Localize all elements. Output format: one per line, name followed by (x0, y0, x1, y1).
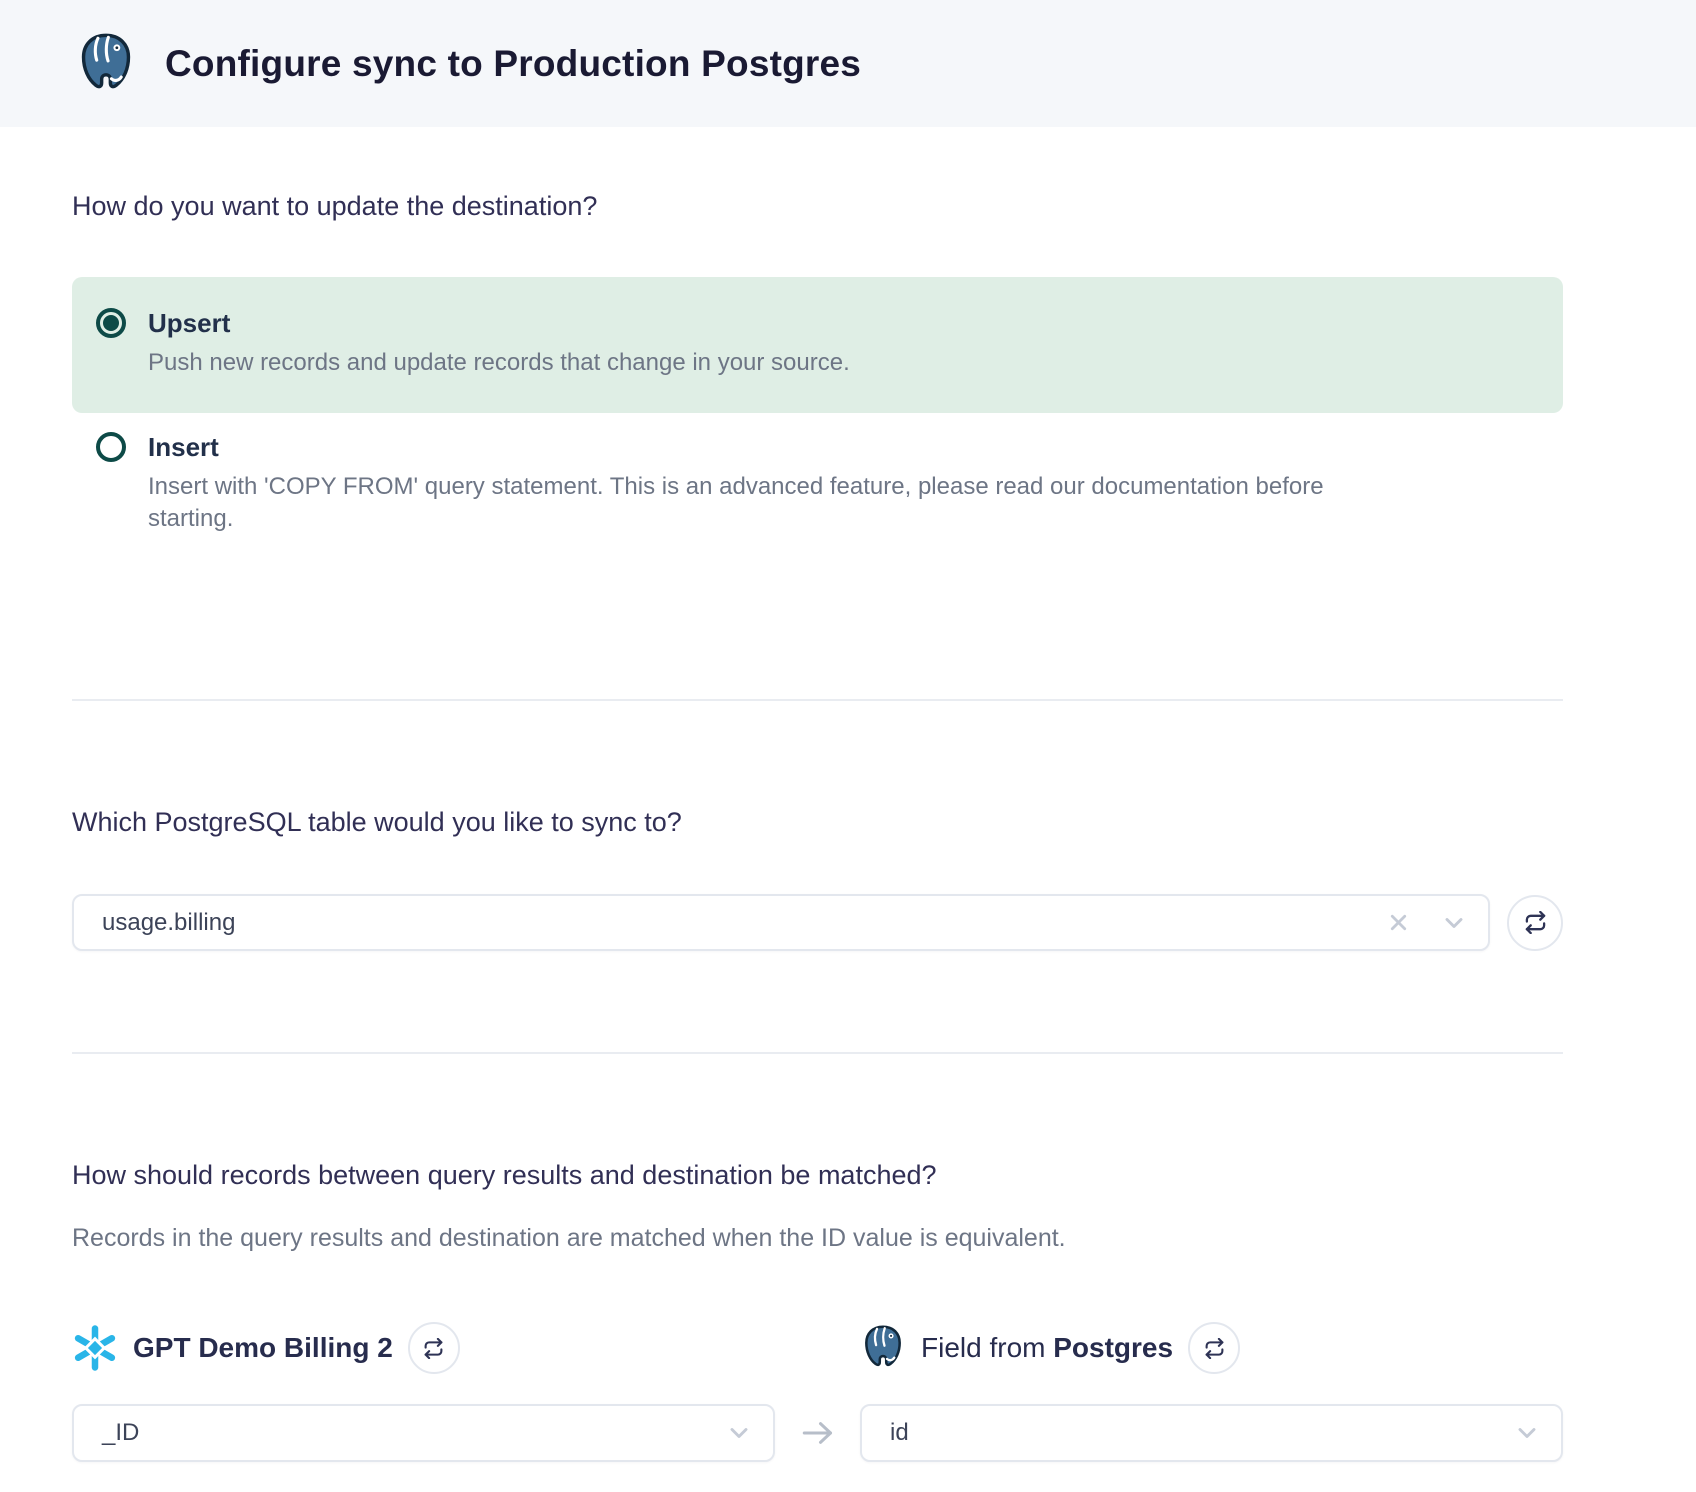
insert-option-text: Insert Insert with 'COPY FROM' query sta… (148, 431, 1388, 535)
clear-icon[interactable] (1387, 911, 1410, 934)
postgres-icon (860, 1325, 906, 1371)
insert-description: Insert with 'COPY FROM' query statement.… (148, 471, 1388, 535)
table-select[interactable]: usage.billing (72, 894, 1490, 951)
table-select-row: usage.billing (72, 894, 1563, 951)
sync-config-form: How do you want to update the destinatio… (0, 189, 1696, 1462)
source-label: GPT Demo Billing 2 (133, 1332, 393, 1364)
chevron-down-icon[interactable] (727, 1421, 751, 1445)
mapping-labels-row: GPT Demo Billing 2 Field from Postgres (72, 1320, 1563, 1376)
table-select-heading: Which PostgreSQL table would you like to… (72, 805, 1563, 839)
upsert-label: Upsert (148, 307, 850, 339)
table-select-value: usage.billing (102, 909, 1387, 937)
chevron-down-icon[interactable] (1442, 911, 1466, 935)
snowflake-icon (72, 1325, 118, 1371)
repeat-icon (1524, 911, 1547, 934)
refresh-tables-button[interactable] (1507, 895, 1563, 951)
update-mode-heading: How do you want to update the destinatio… (72, 189, 1563, 223)
repeat-icon (423, 1338, 444, 1359)
source-field-select[interactable]: _ID (72, 1404, 775, 1462)
insert-label: Insert (148, 431, 1388, 463)
page-title: Configure sync to Production Postgres (165, 43, 861, 85)
section-divider (72, 699, 1563, 701)
header: Configure sync to Production Postgres (0, 0, 1696, 127)
upsert-option-text: Upsert Push new records and update recor… (148, 307, 850, 379)
postgres-icon (75, 33, 137, 95)
source-field-value: _ID (102, 1419, 727, 1447)
mapping-fields-row: _ID id (72, 1404, 1563, 1462)
destination-field-value: id (890, 1419, 1515, 1447)
repeat-icon (1204, 1338, 1225, 1359)
upsert-description: Push new records and update records that… (148, 347, 850, 379)
insert-radio[interactable] (96, 432, 126, 462)
upsert-radio[interactable] (96, 308, 126, 338)
source-column-header: GPT Demo Billing 2 (72, 1322, 775, 1374)
chevron-down-icon[interactable] (1515, 1421, 1539, 1445)
destination-field-select[interactable]: id (860, 1404, 1563, 1462)
destination-label: Field from Postgres (921, 1332, 1173, 1364)
option-insert[interactable]: Insert Insert with 'COPY FROM' query sta… (72, 419, 1563, 559)
matching-heading: How should records between query results… (72, 1158, 1563, 1192)
arrow-right-icon (800, 1418, 836, 1448)
swap-destination-field-button[interactable] (1188, 1322, 1240, 1374)
destination-column-header: Field from Postgres (860, 1322, 1563, 1374)
option-upsert[interactable]: Upsert Push new records and update recor… (72, 277, 1563, 413)
section-divider (72, 1052, 1563, 1054)
swap-source-field-button[interactable] (408, 1322, 460, 1374)
matching-subtitle: Records in the query results and destina… (72, 1222, 1563, 1254)
